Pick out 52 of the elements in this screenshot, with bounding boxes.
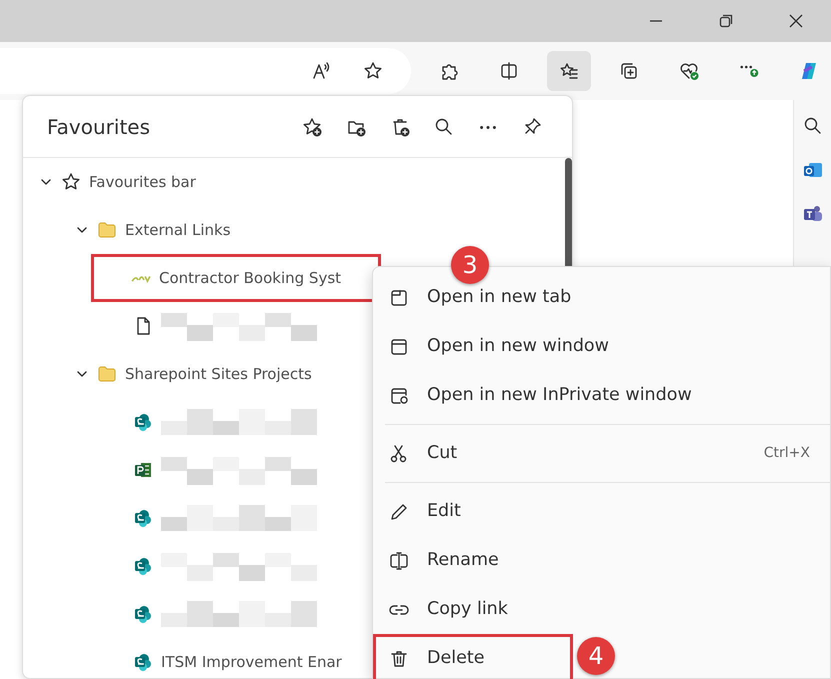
menu-item[interactable]: Copy link <box>373 585 830 634</box>
menu-item[interactable]: Open in new InPrivate window <box>373 371 830 420</box>
folder-icon <box>97 364 117 384</box>
sharepoint-icon <box>133 556 153 576</box>
menu-item[interactable]: Open in new window <box>373 322 830 371</box>
window-icon <box>389 336 409 356</box>
toolbar-button[interactable] <box>547 51 591 91</box>
star-icon <box>363 61 383 81</box>
favourite-item[interactable]: ITSM Improvement Enar <box>39 638 342 679</box>
menu-item[interactable]: Delete <box>373 634 573 679</box>
project-icon <box>133 460 153 480</box>
favourites-icon <box>559 61 579 81</box>
mail-app-icon <box>802 160 822 180</box>
read-aloud-icon <box>311 61 331 81</box>
copilot-icon <box>799 61 819 81</box>
pencil-icon <box>389 502 409 522</box>
restore-icon <box>719 14 733 28</box>
menu-item[interactable]: Edit <box>373 487 830 536</box>
item-label: Favourites bar <box>89 172 196 193</box>
more-icon <box>480 124 496 128</box>
item-label: External Links <box>125 220 231 241</box>
menu-item[interactable]: Cut Ctrl+X <box>373 429 830 478</box>
sharepoint-icon <box>133 652 153 672</box>
sharepoint-icon <box>133 508 153 528</box>
close-icon <box>789 14 803 28</box>
shortcut-text: Ctrl+X <box>764 444 810 463</box>
folder-icon <box>97 220 117 240</box>
favourite-item[interactable]: External Links <box>39 206 231 254</box>
heart-check-icon <box>679 61 699 81</box>
scissors-icon <box>389 444 409 464</box>
item-label: ITSM Improvement Enar <box>161 652 342 673</box>
split-screen-icon <box>499 61 519 81</box>
favourite-item[interactable]: Favourites bar <box>39 158 196 206</box>
tab-icon <box>389 288 409 308</box>
add-favourite-icon <box>302 116 322 136</box>
item-label: Contractor Booking Syst <box>159 268 342 289</box>
chat-app-icon <box>802 204 822 224</box>
private-window-icon <box>389 386 409 406</box>
sharepoint-icon <box>133 604 153 624</box>
star-icon <box>61 172 81 192</box>
more-icon <box>740 64 758 78</box>
collections-icon <box>619 61 639 81</box>
menu-item[interactable]: Rename <box>373 536 830 585</box>
rename-icon <box>389 550 409 570</box>
search-icon <box>802 116 822 136</box>
sharepoint-icon <box>133 412 153 432</box>
item-label: Sharepoint Sites Projects <box>125 364 312 385</box>
trash-icon <box>389 648 409 668</box>
search-icon <box>434 116 454 136</box>
site-logo-icon <box>131 273 151 283</box>
panel-title: Favourites <box>47 114 150 140</box>
favourite-item[interactable]: Sharepoint Sites Projects <box>39 350 312 398</box>
